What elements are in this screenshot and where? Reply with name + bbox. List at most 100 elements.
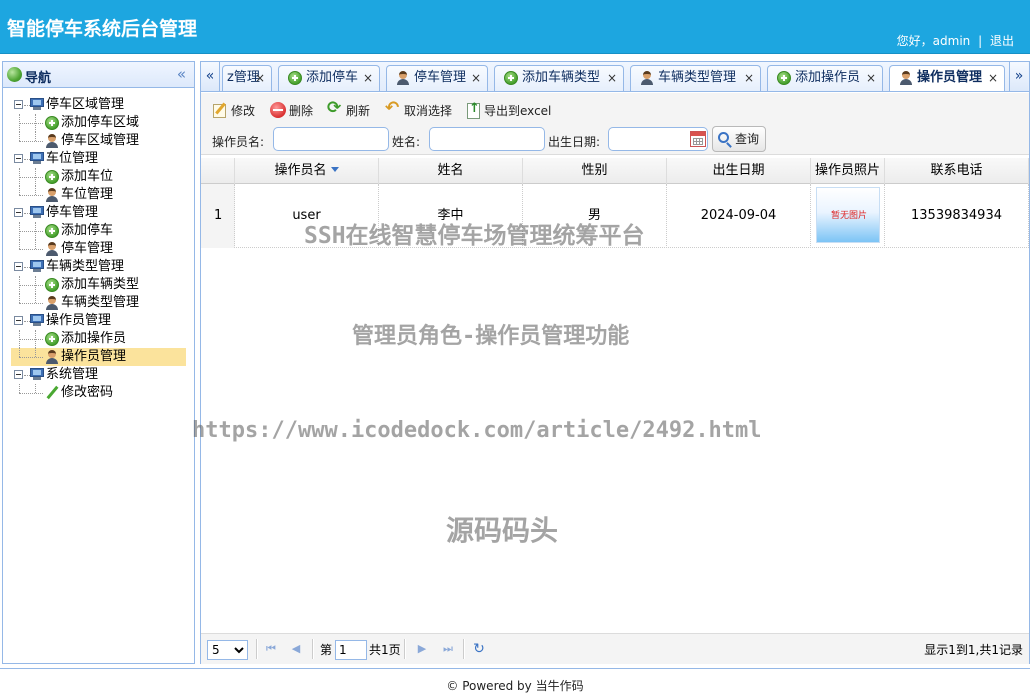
top-header: 智能停车系统后台管理 您好，admin | 退出 — [0, 0, 1030, 54]
nav-item[interactable]: 添加停车区域 — [11, 114, 186, 132]
user-bar: 您好，admin | 退出 — [897, 32, 1014, 49]
tree-line — [19, 285, 43, 286]
collapse-toggle-icon[interactable] — [14, 100, 23, 109]
column-header[interactable]: 操作员照片 — [811, 158, 885, 184]
user-icon — [45, 134, 59, 148]
tabs-bar: « z管理 × 添加停车 × 停车管理 × 添加车辆类型 × 车辆类型管理 × 添加操作员 × 操作员管… — [201, 62, 1029, 92]
tree-line — [19, 186, 20, 195]
nav-item[interactable]: 添加停车 — [11, 222, 186, 240]
refresh-button[interactable]: 刷新 — [327, 99, 370, 120]
nav-item[interactable]: 停车管理 — [11, 240, 186, 258]
close-icon[interactable]: × — [744, 66, 754, 90]
nav-item[interactable]: 修改密码 — [11, 384, 186, 402]
tabs-scroll-left[interactable]: « — [201, 62, 220, 91]
watermark-url: https://www.icodedock.com/article/2492.h… — [192, 418, 762, 443]
tab-label: 车辆类型管理 — [658, 70, 737, 85]
birthdate-label: 出生日期: — [548, 135, 601, 149]
collapse-toggle-icon[interactable] — [14, 316, 23, 325]
user-icon — [45, 188, 59, 202]
column-header[interactable]: 出生日期 — [667, 158, 811, 184]
nav-item[interactable]: 停车区域管理 — [11, 132, 186, 150]
collapse-toggle-icon[interactable] — [14, 262, 23, 271]
column-header-label: 联系电话 — [930, 163, 983, 178]
nav-item[interactable]: 添加操作员 — [11, 330, 186, 348]
close-icon[interactable]: × — [255, 66, 265, 90]
add-icon — [288, 71, 302, 85]
pager: 5 ⏮ ◀ 第 共1页 ▶ ⏭ ↻ 显示1到1,共1记录 — [201, 633, 1029, 664]
cancel-select-button[interactable]: 取消选择 — [385, 99, 452, 120]
close-icon[interactable]: × — [363, 66, 373, 90]
add-icon — [777, 71, 791, 85]
tab[interactable]: 操作员管理 × — [889, 65, 1005, 91]
edit-icon — [212, 102, 228, 118]
add-icon — [45, 116, 59, 130]
reload-icon[interactable]: ↻ — [472, 642, 486, 656]
nav-item-label: 添加停车 — [61, 223, 114, 238]
tab-label: 停车管理 — [414, 70, 467, 85]
double-chevron-left-icon[interactable]: « — [177, 65, 186, 83]
logout-link[interactable]: 退出 — [990, 34, 1014, 48]
tabs-scroll-right[interactable]: » — [1009, 62, 1028, 91]
nav-group[interactable]: 停车管理 — [3, 204, 194, 222]
close-icon[interactable]: × — [866, 66, 876, 90]
tab[interactable]: 停车管理 × — [386, 65, 488, 91]
page-size-select[interactable]: 5 — [207, 640, 248, 660]
nav-group[interactable]: 停车区域管理 — [3, 96, 194, 114]
pager-separator — [404, 639, 406, 659]
nav-header: 导航 « — [3, 62, 194, 88]
next-page-icon[interactable]: ▶ — [415, 642, 429, 656]
row-number: 1 — [201, 184, 235, 248]
nav-item[interactable]: 操作员管理 — [11, 348, 186, 366]
nav-item-label: 车位管理 — [61, 187, 114, 202]
grid-header: 操作员名 姓名 性别 出生日期 操作员照片 联系电话 — [201, 158, 1029, 184]
delete-button[interactable]: 删除 — [270, 102, 313, 120]
add-icon — [504, 71, 518, 85]
tree-line — [19, 123, 43, 124]
collapse-toggle-icon[interactable] — [14, 208, 23, 217]
calendar-icon[interactable] — [690, 131, 706, 147]
tab[interactable]: 添加停车 × — [278, 65, 380, 91]
nav-group[interactable]: 车位管理 — [3, 150, 194, 168]
operator-name-input[interactable] — [273, 127, 389, 151]
tree-line — [19, 357, 43, 358]
edit-label: 修改 — [231, 104, 256, 118]
name-input[interactable] — [429, 127, 545, 151]
user-icon — [899, 71, 913, 85]
nav-item[interactable]: 车辆类型管理 — [11, 294, 186, 312]
name-label: 姓名: — [392, 135, 421, 149]
tab[interactable]: 车辆类型管理 × — [630, 65, 761, 91]
page-number-input[interactable] — [335, 640, 367, 660]
nav-group[interactable]: 车辆类型管理 — [3, 258, 194, 276]
search-button[interactable]: 查询 — [712, 126, 767, 152]
nav-group[interactable]: 操作员管理 — [3, 312, 194, 330]
close-icon[interactable]: × — [988, 66, 998, 90]
collapse-toggle-icon[interactable] — [14, 154, 23, 163]
tab[interactable]: 添加车辆类型 × — [494, 65, 624, 91]
collapse-toggle-icon[interactable] — [14, 370, 23, 379]
refresh-icon — [327, 99, 343, 118]
export-button[interactable]: 导出到excel — [465, 100, 551, 120]
nav-group-label: 车位管理 — [46, 151, 99, 166]
edit-button[interactable]: 修改 — [212, 102, 255, 120]
greeting-text: 您好，admin — [896, 34, 971, 48]
tab[interactable]: z管理 × — [222, 65, 272, 91]
nav-item-label: 车辆类型管理 — [61, 295, 140, 310]
tab[interactable]: 添加操作员 × — [767, 65, 883, 91]
close-icon[interactable]: × — [471, 66, 481, 90]
column-header[interactable]: 联系电话 — [885, 158, 1029, 184]
close-icon[interactable]: × — [607, 66, 617, 90]
nav-group[interactable]: 系统管理 — [3, 366, 194, 384]
column-header[interactable]: 姓名 — [379, 158, 523, 184]
globe-icon — [7, 67, 22, 82]
nav-item[interactable]: 车位管理 — [11, 186, 186, 204]
column-header[interactable]: 操作员名 — [235, 158, 379, 184]
first-page-icon[interactable]: ⏮ — [264, 642, 278, 656]
sort-desc-icon — [330, 167, 339, 172]
prev-page-icon[interactable]: ◀ — [289, 642, 303, 656]
add-icon — [45, 170, 59, 184]
nav-item[interactable]: 添加车位 — [11, 168, 186, 186]
nav-item[interactable]: 添加车辆类型 — [11, 276, 186, 294]
last-page-icon[interactable]: ⏭ — [441, 642, 455, 656]
computer-icon — [30, 314, 44, 326]
column-header[interactable]: 性别 — [523, 158, 667, 184]
